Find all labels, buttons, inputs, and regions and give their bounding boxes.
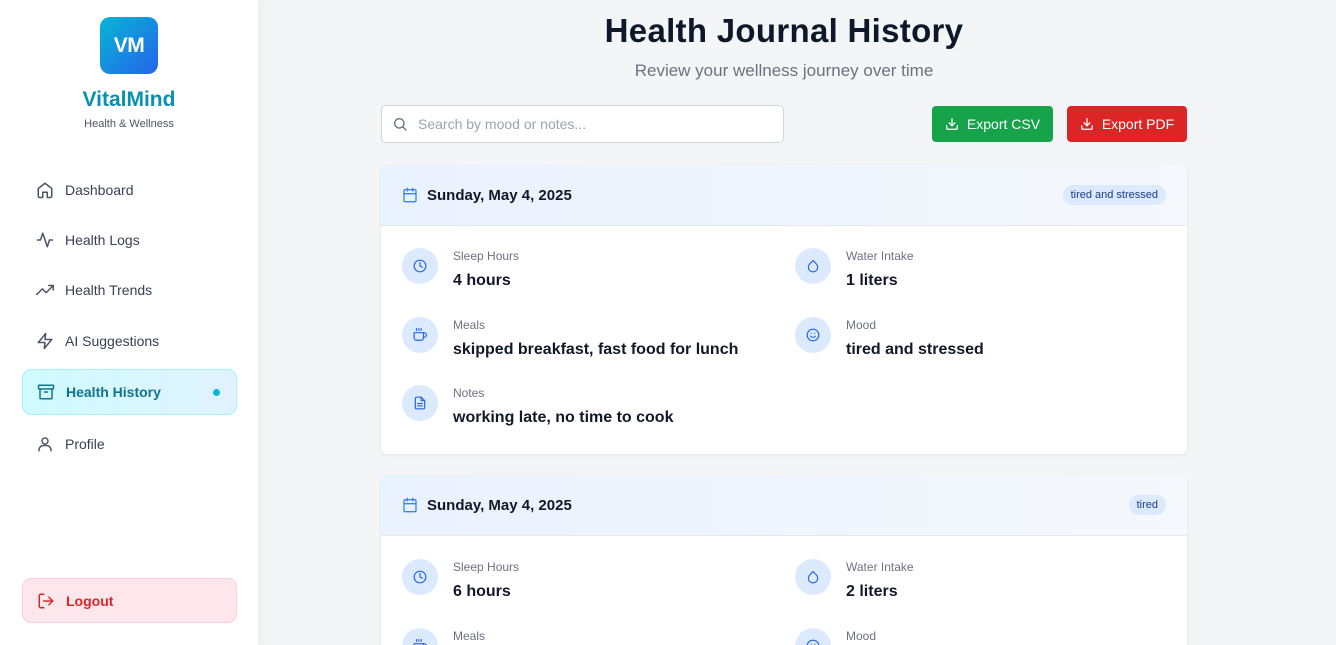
sidebar-item-profile[interactable]: Profile [22,422,237,466]
sidebar-item-label: AI Suggestions [65,333,160,349]
field-label: Meals [453,318,486,332]
coffee-icon [413,639,427,645]
sidebar-item-label: Health Trends [65,282,153,298]
sidebar-item-label: Dashboard [65,182,134,198]
journal-entry-card: Sunday, May 4, 2025 tired Sleep Hours 6 h… [381,475,1187,645]
field-label: Mood [846,318,877,332]
droplet-icon [806,259,820,273]
entry-header: Sunday, May 4, 2025 tired and stressed [381,165,1187,226]
sleep-field: Sleep Hours 6 hours [402,559,519,601]
home-icon [36,181,54,199]
sidebar: VM VitalMind Health & Wellness Dashboard… [0,0,258,645]
calendar-icon [402,187,418,203]
logout-icon [37,592,55,610]
search-icon [392,116,408,132]
coffee-icon [413,328,427,342]
app-tagline: Health & Wellness [84,118,174,130]
app-logo: VM [100,17,158,74]
notes-field: Notes working late, no time to cook [402,385,673,427]
page-title: Health Journal History [604,12,964,49]
field-label: Notes [453,386,485,400]
search-input[interactable] [418,116,758,132]
archive-icon [37,383,55,401]
file-text-icon [413,396,427,410]
smile-icon [806,639,820,645]
field-label: Water Intake [846,249,914,263]
mood-badge: tired [1128,495,1166,515]
export-csv-button[interactable]: Export CSV [932,106,1053,142]
sleep-field: Sleep Hours 4 hours [402,248,519,290]
field-value: 1 liters [846,272,898,289]
field-label: Sleep Hours [453,560,520,574]
clock-icon [413,259,427,273]
sidebar-item-health-logs[interactable]: Health Logs [22,218,237,262]
export-pdf-label: Export PDF [1101,116,1175,132]
entry-date: Sunday, May 4, 2025 [427,496,572,514]
field-value: 2 liters [846,583,898,600]
clock-icon [413,570,427,584]
activity-icon [36,231,54,249]
sidebar-item-health-history[interactable]: Health History [22,369,237,415]
meals-field: Meals [402,628,485,645]
app-name: VitalMind [82,88,176,111]
water-field: Water Intake 2 liters [795,559,914,601]
field-label: Meals [453,629,486,643]
sidebar-item-label: Profile [65,436,105,452]
sidebar-item-label: Health Logs [65,232,140,248]
trending-up-icon [36,281,54,299]
meals-field: Meals skipped breakfast, fast food for lu… [402,317,738,359]
sidebar-item-dashboard[interactable]: Dashboard [22,168,237,212]
logout-button[interactable]: Logout [22,578,237,623]
field-value: working late, no time to cook [453,409,674,426]
entry-header: Sunday, May 4, 2025 tired [381,475,1187,536]
field-value: skipped breakfast, fast food for lunch [453,341,739,358]
field-label: Water Intake [846,560,914,574]
field-value: tired and stressed [846,341,984,358]
sidebar-item-health-trends[interactable]: Health Trends [22,268,237,312]
mood-field: Mood tired and stressed [795,317,984,359]
page-subtitle: Review your wellness journey over time [634,61,934,80]
journal-entry-card: Sunday, May 4, 2025 tired and stressed S… [381,165,1187,454]
field-label: Mood [846,629,877,643]
user-icon [36,435,54,453]
zap-icon [36,332,54,350]
field-value: 4 hours [453,272,511,289]
logout-label: Logout [66,592,114,609]
sidebar-item-label: Health History [66,384,161,400]
smile-icon [806,328,820,342]
calendar-icon [402,497,418,513]
entry-date: Sunday, May 4, 2025 [427,186,572,204]
active-indicator-dot [213,388,220,396]
field-value: 6 hours [453,583,511,600]
water-field: Water Intake 1 liters [795,248,914,290]
export-csv-label: Export CSV [966,116,1041,132]
field-label: Sleep Hours [453,249,520,263]
sidebar-item-ai-suggestions[interactable]: AI Suggestions [22,319,237,363]
export-pdf-button[interactable]: Export PDF [1067,106,1187,142]
download-icon [945,117,959,131]
download-icon [1080,117,1094,131]
search-box [381,105,784,143]
mood-field: Mood [795,628,876,645]
droplet-icon [806,570,820,584]
mood-badge: tired and stressed [1062,185,1166,205]
